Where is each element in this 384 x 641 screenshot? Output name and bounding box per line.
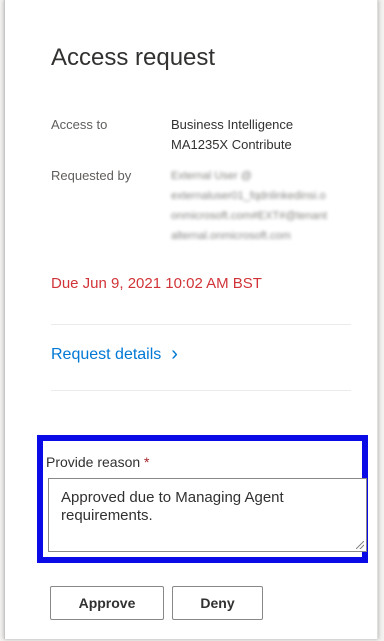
panel-title: Access request [51, 44, 216, 71]
access-to-value: Business Intelligence MA1235X Contribute [171, 115, 293, 155]
access-to-value-line2: MA1235X Contribute [171, 137, 292, 152]
request-details-link[interactable]: Request details › [51, 343, 178, 365]
request-details-label: Request details [51, 346, 162, 363]
deny-button[interactable]: Deny [172, 586, 263, 620]
reason-textarea[interactable]: Approved due to Managing Agent requireme… [48, 478, 367, 552]
approve-button[interactable]: Approve [50, 586, 164, 620]
chevron-right-icon: › [171, 343, 178, 365]
provide-reason-text: Provide reason [46, 454, 141, 470]
requested-by-value: External User @ externaluser01_fqdnlinke… [171, 170, 328, 242]
divider [51, 324, 351, 325]
access-to-label: Access to [51, 117, 108, 132]
resize-handle-icon[interactable] [356, 541, 364, 549]
requested-by-label: Requested by [51, 168, 132, 183]
provide-reason-label: Provide reason * [46, 454, 150, 470]
due-date-text: Due Jun 9, 2021 10:02 AM BST [51, 275, 262, 292]
required-asterisk: * [140, 454, 150, 470]
divider [51, 390, 351, 391]
reason-text: Approved due to Managing Agent requireme… [61, 489, 284, 524]
access-to-value-line1: Business Intelligence [171, 117, 294, 132]
